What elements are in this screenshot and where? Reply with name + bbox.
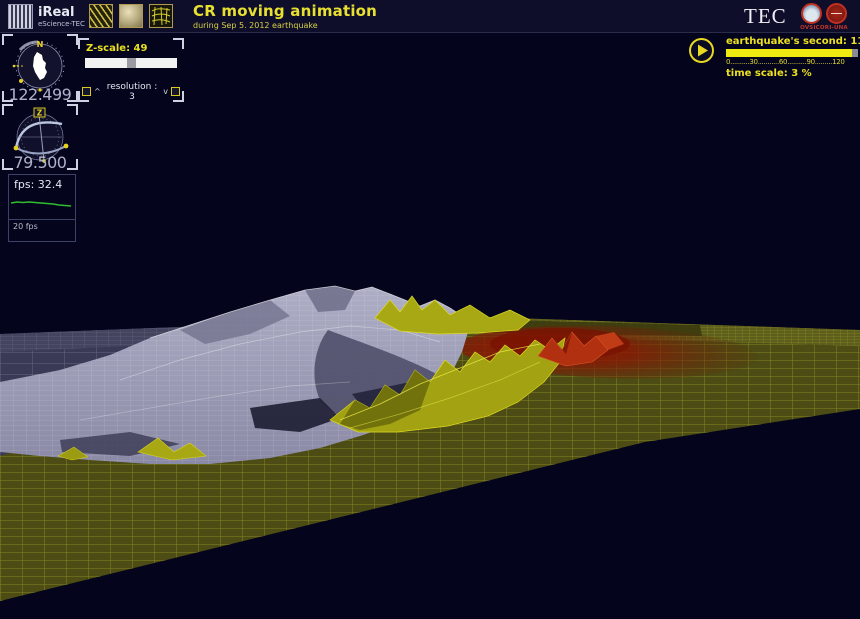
zscale-panel: Z-scale: 49 ^ resolution : 3 v [80,40,182,100]
wireframe-icon [151,6,171,26]
resolution-checkbox-right[interactable] [171,87,180,96]
time-scale-label: time scale: 3 % [726,68,858,79]
zscale-label: Z-scale: 49 [86,43,147,54]
tilt-value: 79.500 [4,153,76,172]
earthquake-second-label: earthquake's second: 115 [726,36,858,47]
seismograph-logo-icon [826,3,847,24]
playback-panel: earthquake's second: 115 0..........30..… [726,36,858,79]
compass-widget[interactable]: N 122.499 [4,36,76,100]
z-axis-label: Z [37,109,43,118]
divider [9,219,75,220]
arcball-widget[interactable]: Z 79.500 [4,106,76,168]
fps-panel: fps: 32.4 20 fps [8,174,76,242]
zscale-slider[interactable] [85,58,177,68]
fps-baseline-label: 20 fps [13,222,38,231]
timeline-ruler: 0..........30...........60..........90..… [726,58,858,66]
timeline-progress-fill [726,49,853,57]
header-bar: iReal eScience-TEC CR moving animation d… [0,0,860,33]
resolution-value: 3 [129,92,135,102]
hatch-texture-button[interactable] [89,4,113,28]
org-logos: OVSICORI-UNA [793,3,855,31]
page-title: CR moving animation [193,4,377,19]
ireal-logo-icon [8,4,33,29]
wireframe-texture-button[interactable] [149,4,173,28]
resolution-row: ^ resolution : 3 v [82,85,180,98]
texture-toolbar [89,4,173,28]
heading-value: 122.499 [4,85,76,104]
volcano-logo-icon [801,3,822,24]
timeline-handle[interactable] [852,49,858,57]
corner-bracket [67,104,78,115]
corner-bracket [67,34,78,45]
fps-value: fps: 32.4 [14,178,62,191]
logo-title: iReal [38,6,85,19]
fps-sparkline [9,193,73,217]
tec-logo-text: TEC [744,4,787,29]
page-subtitle: during Sep 5. 2012 earthquake [193,22,377,30]
resolution-checkbox-left[interactable] [82,87,91,96]
corner-bracket [2,104,13,115]
corner-bracket [173,38,184,49]
zscale-slider-handle[interactable] [127,58,136,68]
timeline-bar[interactable] [726,49,858,57]
org-label: OVSICORI-UNA [793,25,855,31]
play-button[interactable] [688,37,715,64]
corner-bracket [2,34,13,45]
resolution-label: resolution : [107,82,158,92]
play-icon [688,37,715,64]
app-logo: iReal eScience-TEC [8,4,85,29]
app-window: iReal eScience-TEC CR moving animation d… [0,0,860,619]
resolution-up-button[interactable]: ^ [94,87,101,96]
north-label: N [37,40,44,49]
logo-subtitle: eScience-TEC [38,21,85,28]
shaded-texture-button[interactable] [119,4,143,28]
resolution-down-button[interactable]: v [163,87,168,96]
